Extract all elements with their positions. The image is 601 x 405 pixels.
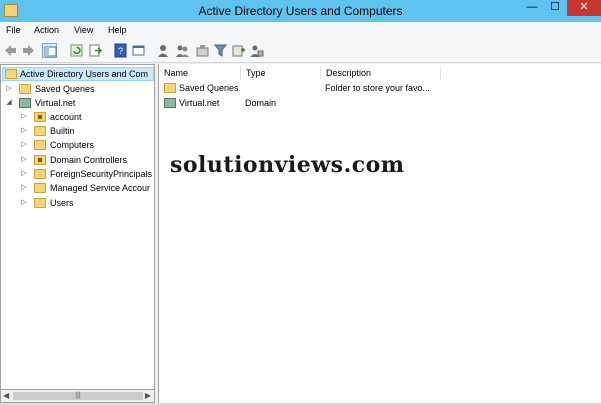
row-name: Virtual.net [179,98,220,108]
tree-item-label: Builtin [50,126,75,136]
row-type: Domain [245,98,277,108]
row-name: Saved Queries [179,83,239,93]
filter-icon[interactable] [213,43,228,58]
folder-icon [34,183,46,193]
tree-root[interactable]: Active Directory Users and Com [1,67,154,81]
console-tree: Active Directory Users and Com ▷ Saved Q… [0,64,155,390]
new-user-icon[interactable] [156,43,171,58]
tree-item-label: Virtual.net [35,98,76,108]
tree-root-label: Active Directory Users and Com [20,69,149,79]
tree-item-label: Saved Queries [35,84,95,94]
folder-icon [34,126,46,136]
tree-item-label: ForeignSecurityPrincipals [50,169,153,179]
scroll-right-icon[interactable]: ▶ [145,391,151,400]
help-icon[interactable]: ? [113,43,128,58]
minimize-button[interactable]: — [521,0,543,16]
delegate-icon[interactable] [249,43,264,58]
menu-help[interactable]: Help [108,25,127,35]
tree-horizontal-scrollbar[interactable]: ◀ ||| ▶ [0,390,155,403]
expand-icon[interactable]: ▷ [20,196,28,210]
forward-icon[interactable] [21,43,36,58]
tree-item-label: Managed Service Accour [50,183,151,193]
maximize-button[interactable]: ☐ [544,0,566,16]
title-bar: Active Directory Users and Computers — ☐… [0,0,601,22]
tree-item-account[interactable]: ▷ account [1,110,154,124]
column-header-name[interactable]: Name [159,66,241,80]
folder-icon [164,83,176,93]
tree-item-users[interactable]: ▷ Users [1,196,154,210]
list-row-virtual-net[interactable]: Virtual.net Domain [159,96,599,110]
details-pane: Name Type Description Saved Queries Fold… [158,64,601,403]
expand-icon[interactable]: ▷ [20,138,28,152]
properties-icon[interactable] [131,43,146,58]
expand-icon[interactable]: ▷ [20,181,28,195]
column-header-description[interactable]: Description [321,66,441,80]
tree-item-label: Users [50,198,74,208]
domain-icon [19,98,31,108]
tree-item-label: account [50,112,82,122]
folder-icon [19,84,31,94]
expand-icon[interactable]: ▷ [20,153,28,167]
close-button[interactable]: ✕ [567,0,601,16]
tree-item-builtin[interactable]: ▷ Builtin [1,124,154,138]
new-group-icon[interactable] [175,43,190,58]
tree-item-domain-controllers[interactable]: ▷ Domain Controllers [1,153,154,167]
tree-item-label: Domain Controllers [50,155,128,165]
toolbar: ? [0,39,601,63]
console-tree-icon[interactable] [42,43,57,58]
window-title: Active Directory Users and Computers [198,4,403,18]
tree-item-saved-queries[interactable]: ▷ Saved Queries [1,82,154,96]
folder-icon [34,198,46,208]
expand-icon[interactable]: ▷ [20,167,28,181]
menu-file[interactable]: File [6,25,21,35]
expand-icon[interactable]: ▷ [20,124,28,138]
tree-item-label: Computers [50,140,95,150]
export-list-icon[interactable] [88,43,103,58]
ou-icon [34,155,46,165]
tree-item-computers[interactable]: ▷ Computers [1,138,154,152]
row-description: Folder to store your favo... [325,83,431,93]
column-header-type[interactable]: Type [241,66,321,80]
expand-icon[interactable]: ▷ [20,110,28,124]
snapin-icon [5,69,17,79]
menu-action[interactable]: Action [34,25,59,35]
list-row-saved-queries[interactable]: Saved Queries Folder to store your favo.… [159,81,599,95]
menu-bar: File Action View Help [0,22,601,39]
scrollbar-thumb[interactable]: ||| [13,392,143,400]
scroll-left-icon[interactable]: ◀ [3,391,9,400]
refresh-icon[interactable] [69,43,84,58]
tree-item-managed-service-accounts[interactable]: ▷ Managed Service Accour [1,181,154,195]
watermark: solutionviews.com [170,152,405,178]
domain-icon [164,98,176,108]
ou-icon [34,112,46,122]
tree-item-virtual-net[interactable]: ◢ Virtual.net [1,96,154,110]
menu-view[interactable]: View [74,25,93,35]
new-ou-icon[interactable] [195,43,210,58]
folder-icon [34,140,46,150]
back-icon[interactable] [3,43,18,58]
expand-icon[interactable]: ▷ [5,82,13,96]
tree-item-foreign-security-principals[interactable]: ▷ ForeignSecurityPrincipals [1,167,154,181]
folder-icon [34,169,46,179]
collapse-icon[interactable]: ◢ [5,96,13,110]
svg-text:?: ? [118,46,123,56]
add-to-group-icon[interactable] [231,43,246,58]
